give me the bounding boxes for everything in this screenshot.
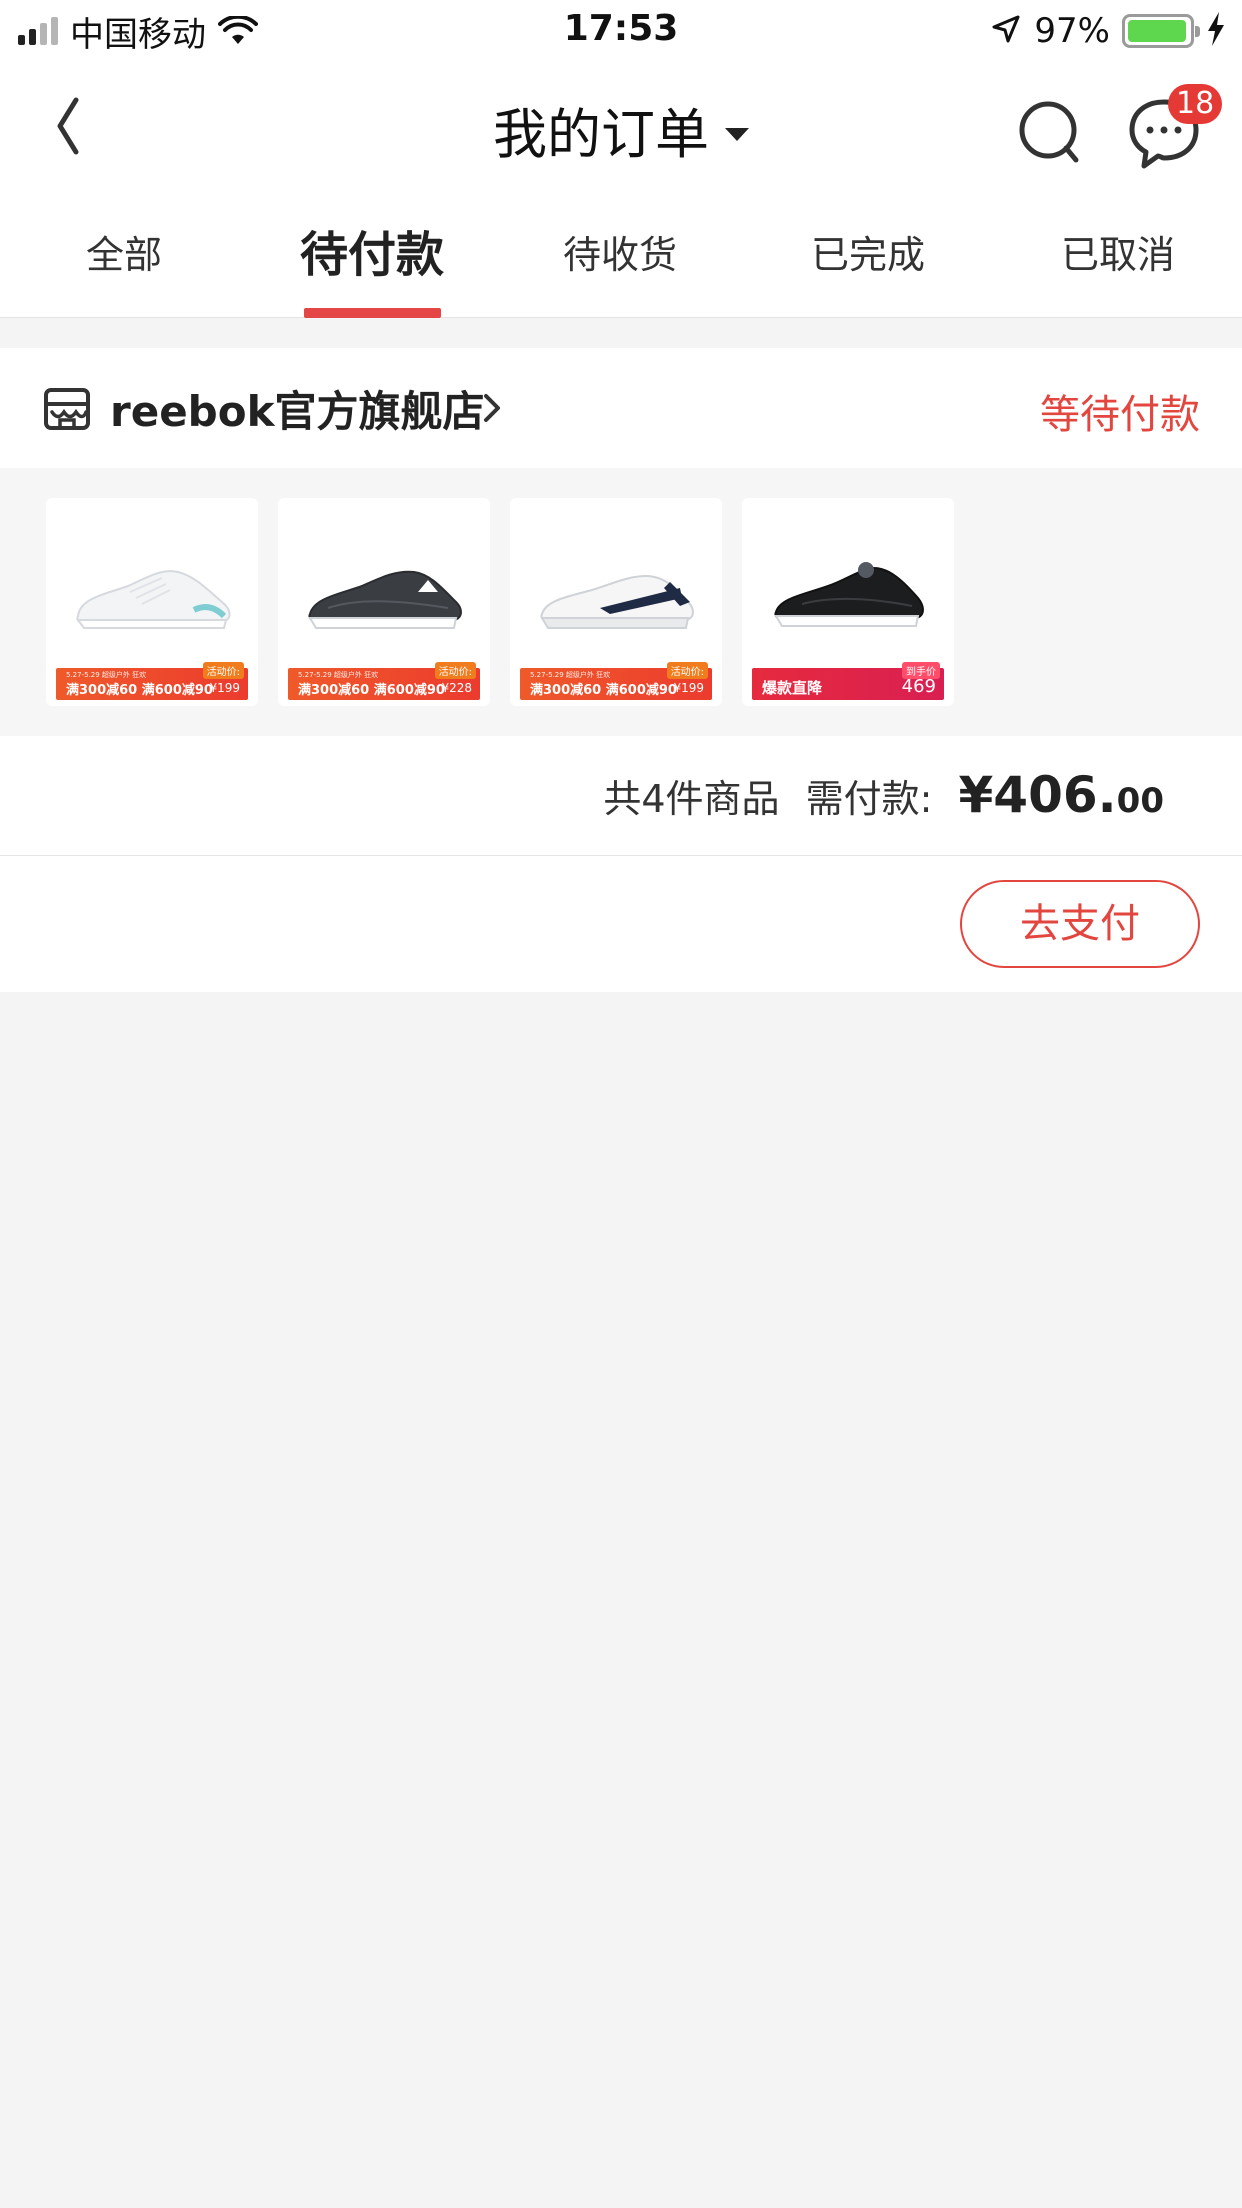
amount-value: ¥406. [958, 766, 1117, 824]
tab-all[interactable]: 全部 [0, 190, 248, 318]
store-header[interactable]: reebok官方旗舰店 等待付款 [0, 348, 1242, 468]
signal-icon [18, 17, 58, 45]
caret-down-icon [725, 127, 749, 141]
charging-bolt-icon [1206, 12, 1226, 50]
amount-cents: 00 [1116, 781, 1164, 821]
store-name[interactable]: reebok官方旗舰店 [110, 378, 485, 439]
tab-pending-receipt[interactable]: 待收货 [496, 190, 744, 318]
store-icon [44, 388, 90, 430]
nav-bar: 我的订单 18 [0, 62, 1242, 190]
active-tab-indicator [304, 308, 441, 318]
status-right: 97% [990, 0, 1226, 62]
order-card[interactable]: reebok官方旗舰店 等待付款 5.27-5.29 超级户外 狂欢 活动价: … [0, 348, 1242, 992]
battery-percent: 97% [1034, 11, 1110, 51]
product-thumbnail[interactable]: 5.27-5.29 超级户外 狂欢 活动价: 满300减60 满600减90 ¥… [46, 498, 258, 706]
promo-banner: 5.27-5.29 超级户外 狂欢 活动价: 满300减60 满600减90 ¥… [520, 662, 712, 700]
shoe-image [774, 562, 924, 627]
search-button[interactable] [1010, 92, 1090, 172]
message-count-badge: 18 [1168, 84, 1223, 124]
wifi-icon [218, 16, 258, 46]
pay-button[interactable]: 去支付 [960, 880, 1200, 968]
product-thumbnail[interactable]: 5.27-5.29 超级户外 狂欢 活动价: 满300减60 满600减90 ¥… [510, 498, 722, 706]
item-count: 共4件商品 [603, 777, 780, 821]
tab-completed[interactable]: 已完成 [744, 190, 992, 318]
chevron-right-icon [484, 394, 500, 422]
order-actions: 去支付 [0, 856, 1242, 992]
promo-banner: 爆款直降 到手价 469 [752, 662, 944, 700]
status-bar: 中国移动 17:53 97% [0, 0, 1242, 62]
amount-label: 需付款: [805, 777, 933, 821]
order-tabs: 全部 待付款 待收货 已完成 已取消 [0, 190, 1242, 318]
order-summary: 共4件商品 需付款: ¥406.00 [0, 736, 1242, 856]
shoe-image [308, 570, 462, 629]
promo-banner: 5.27-5.29 超级户外 狂欢 活动价: 满300减60 满600减90 ¥… [56, 662, 248, 700]
search-icon [1019, 101, 1079, 163]
battery-icon [1122, 14, 1200, 48]
product-thumbnails[interactable]: 5.27-5.29 超级户外 狂欢 活动价: 满300减60 满600减90 ¥… [0, 468, 1242, 736]
tab-cancelled[interactable]: 已取消 [994, 190, 1242, 318]
shoe-image [540, 574, 694, 629]
product-thumbnail[interactable]: 5.27-5.29 超级户外 狂欢 活动价: 满300减60 满600减90 ¥… [278, 498, 490, 706]
status-left: 中国移动 [18, 0, 258, 62]
promo-banner: 5.27-5.29 超级户外 狂欢 活动价: 满300减60 满600减90 ¥… [288, 662, 480, 700]
battery-level [1128, 20, 1187, 42]
shoe-image [76, 570, 231, 629]
order-status: 等待付款 [1040, 392, 1200, 438]
summary-text: 共4件商品 需付款: ¥406.00 [603, 766, 1164, 824]
location-arrow-icon [990, 13, 1022, 49]
page-title: 我的订单 [493, 103, 709, 166]
product-thumbnail[interactable]: 爆款直降 到手价 469 [742, 498, 954, 706]
carrier-label: 中国移动 [70, 14, 206, 55]
tab-pending-payment[interactable]: 待付款 [248, 190, 496, 318]
